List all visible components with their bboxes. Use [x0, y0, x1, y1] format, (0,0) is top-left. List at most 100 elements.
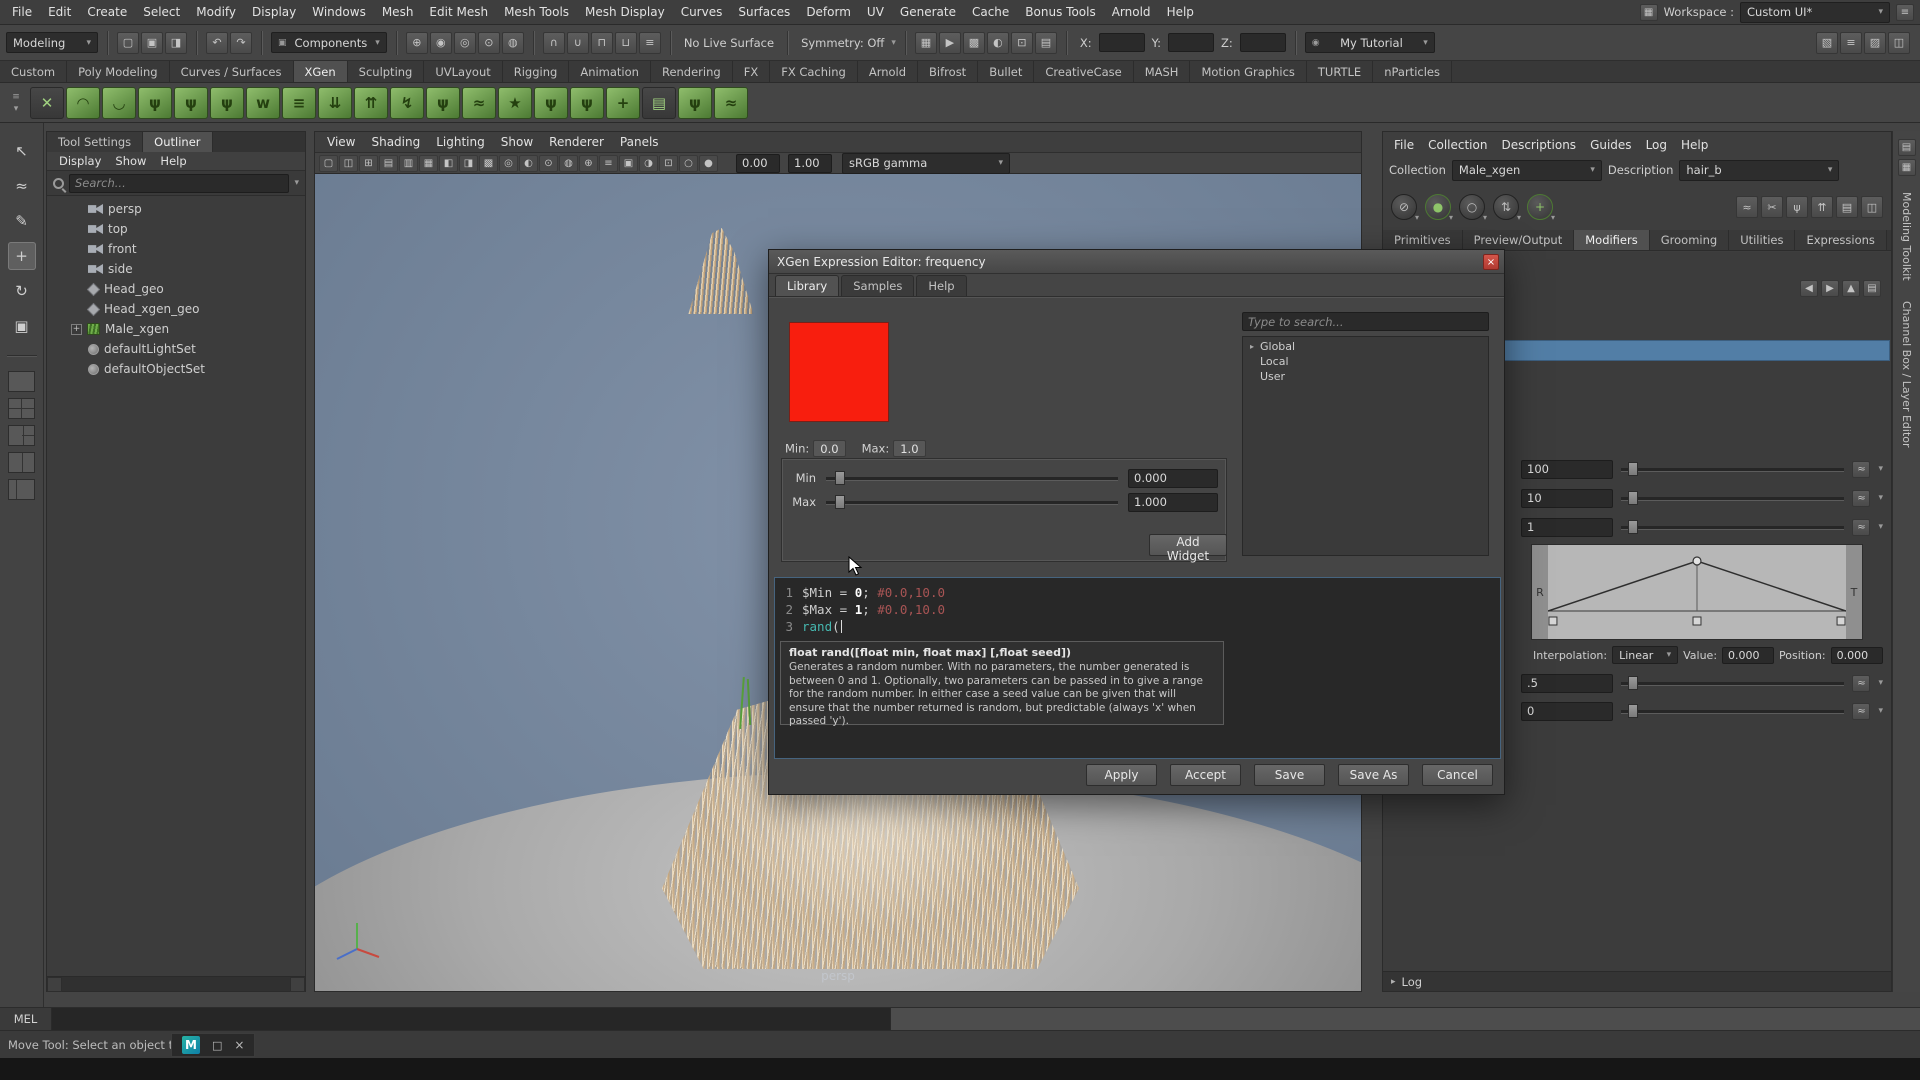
expression-icon[interactable]: ≈: [1852, 519, 1870, 536]
sidebar-toggle-icon[interactable]: ▨: [1864, 32, 1886, 54]
shelf-tool-icon[interactable]: ✕: [30, 87, 64, 119]
xgen-tab[interactable]: Grooming: [1650, 230, 1729, 250]
close-icon[interactable]: ×: [234, 1038, 244, 1052]
z-input[interactable]: [1240, 33, 1286, 52]
maya-app-icon[interactable]: M: [182, 1036, 200, 1054]
menu-item[interactable]: View: [319, 132, 363, 152]
attribute-value-field[interactable]: [1521, 518, 1613, 537]
modifier-stack-icon[interactable]: ◀: [1800, 280, 1818, 297]
max-range-value[interactable]: 1.0: [893, 440, 925, 457]
modifier-stack-icon[interactable]: ▶: [1821, 280, 1839, 297]
command-language-toggle[interactable]: MEL: [0, 1008, 52, 1030]
shelf-tool-icon[interactable]: ≈: [462, 87, 496, 119]
menu-item[interactable]: Mesh Display: [577, 0, 673, 25]
dialog-button[interactable]: Accept: [1170, 764, 1241, 786]
xgen-tab[interactable]: Primitives: [1383, 230, 1463, 250]
file-action-icon[interactable]: ◨: [165, 32, 187, 54]
selection-mask-icon[interactable]: ⊙: [478, 32, 500, 54]
menu-item[interactable]: Help: [154, 152, 192, 170]
shelf-tool-icon[interactable]: ψ: [138, 87, 172, 119]
menu-item[interactable]: Display: [244, 0, 304, 25]
shelf-tool-icon[interactable]: ψ: [678, 87, 712, 119]
shelf-tab[interactable]: Rendering: [651, 61, 733, 82]
ramp-curve[interactable]: [1548, 545, 1846, 639]
shelf-tool-icon[interactable]: +: [606, 87, 640, 119]
selection-mask-icon[interactable]: ◉: [430, 32, 452, 54]
shelf-tool-icon[interactable]: ◠: [66, 87, 100, 119]
viewport-toolbar-icon[interactable]: ▣: [619, 155, 638, 172]
xgen-tool-icon[interactable]: ⊘ ▾: [1391, 194, 1417, 220]
expand-icon[interactable]: ▸: [1247, 342, 1257, 351]
xgen-tool-icon[interactable]: + ▾: [1527, 194, 1553, 220]
dialog-tab[interactable]: Library: [775, 275, 839, 296]
chevron-down-icon[interactable]: ▾: [294, 178, 299, 188]
menu-item[interactable]: Renderer: [541, 132, 612, 152]
shelf-tab[interactable]: UVLayout: [424, 61, 502, 82]
dock-tab[interactable]: Modeling Toolkit: [1900, 182, 1913, 291]
outliner-search-input[interactable]: [69, 174, 289, 193]
xgen-utility-icon[interactable]: ψ: [1786, 196, 1808, 218]
viewport-toolbar-icon[interactable]: ◨: [459, 155, 478, 172]
viewport-toolbar-icon[interactable]: ◫: [339, 155, 358, 172]
menu-item[interactable]: Mesh Tools: [496, 0, 577, 25]
undo-redo-icon[interactable]: ↷: [230, 32, 252, 54]
chevron-down-icon[interactable]: ▾: [891, 38, 896, 48]
xgen-tab[interactable]: Preview/Output: [1463, 230, 1575, 250]
shelf-tool-icon[interactable]: ◡: [102, 87, 136, 119]
menu-item[interactable]: UV: [859, 0, 892, 25]
sidebar-toggle-icon[interactable]: ≡: [1840, 32, 1862, 54]
undo-redo-icon[interactable]: ↶: [206, 32, 228, 54]
close-icon[interactable]: ×: [1483, 254, 1499, 270]
menu-item[interactable]: Panels: [612, 132, 667, 152]
gamma-input[interactable]: [788, 154, 832, 173]
layout-preset-button[interactable]: [8, 452, 35, 473]
shelf-tab[interactable]: Animation: [569, 61, 651, 82]
viewport-toolbar-icon[interactable]: ⊡: [659, 155, 678, 172]
menu-item[interactable]: Help: [1674, 134, 1715, 156]
dock-tab[interactable]: Channel Box / Layer Editor: [1900, 291, 1913, 458]
collapse-icon[interactable]: ▸: [1391, 977, 1396, 987]
menu-item[interactable]: File: [1387, 134, 1421, 156]
viewport-toolbar-icon[interactable]: ▥: [399, 155, 418, 172]
value-slider[interactable]: [826, 469, 1118, 487]
menu-item[interactable]: Descriptions: [1494, 134, 1583, 156]
attribute-slider[interactable]: [1621, 702, 1844, 720]
selection-mask-icon[interactable]: ◎: [454, 32, 476, 54]
dock-icon[interactable]: ▤: [1898, 139, 1916, 156]
menu-item[interactable]: Lighting: [428, 132, 493, 152]
menu-item[interactable]: Create: [79, 0, 135, 25]
viewport-toolbar-icon[interactable]: ◍: [559, 155, 578, 172]
code-line[interactable]: 3rand(: [775, 618, 1500, 635]
shelf-tool-icon[interactable]: ψ: [426, 87, 460, 119]
rotate-tool-icon[interactable]: ↻: [8, 277, 36, 305]
chevron-down-icon[interactable]: ▾: [1878, 493, 1883, 503]
render-icon[interactable]: ◐: [987, 32, 1009, 54]
attribute-value-field[interactable]: [1521, 702, 1613, 721]
panel-tab[interactable]: Outliner: [143, 132, 212, 152]
outliner-item[interactable]: top: [47, 219, 305, 239]
snap-icon[interactable]: ⊔: [615, 32, 637, 54]
slider-handle[interactable]: [1628, 676, 1638, 690]
dialog-titlebar[interactable]: XGen Expression Editor: frequency: [769, 250, 1504, 274]
slider-handle[interactable]: [835, 495, 845, 509]
exposure-input[interactable]: [736, 154, 780, 173]
scroll-track[interactable]: [62, 977, 290, 991]
chevron-down-icon[interactable]: ▾: [1878, 706, 1883, 716]
hair-tuft[interactable]: [681, 228, 755, 314]
menu-item[interactable]: Deform: [798, 0, 859, 25]
tree-item[interactable]: Local: [1243, 354, 1488, 369]
shelf-tool-icon[interactable]: ψ: [174, 87, 208, 119]
slider-handle[interactable]: [1628, 704, 1638, 718]
shelf-tool-icon[interactable]: ψ: [534, 87, 568, 119]
modifier-stack-icon[interactable]: ▲: [1842, 280, 1860, 297]
shelf-tool-icon[interactable]: w: [246, 87, 280, 119]
snap-icon[interactable]: ⊓: [591, 32, 613, 54]
shelf-tab[interactable]: Curves / Surfaces: [170, 61, 294, 82]
outliner-item[interactable]: defaultLightSet: [47, 339, 305, 359]
command-input[interactable]: [52, 1008, 890, 1030]
menu-item[interactable]: Surfaces: [730, 0, 798, 25]
add-widget-button[interactable]: Add Widget: [1149, 534, 1227, 556]
xgen-tab[interactable]: Modifiers: [1574, 230, 1650, 250]
sidebar-toggle-icon[interactable]: ◫: [1888, 32, 1910, 54]
shelf-tab[interactable]: MASH: [1134, 61, 1191, 82]
